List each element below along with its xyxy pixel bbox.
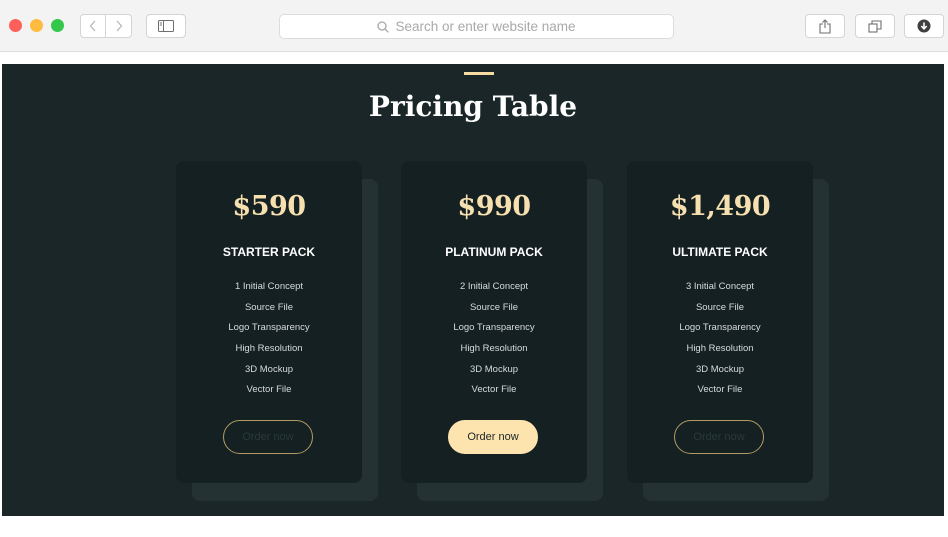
- feature-item: Source File: [244, 301, 294, 313]
- pricing-card-ultimate: $1,490 ULTIMATE PACK 3 Initial Concept S…: [627, 161, 829, 501]
- order-now-button[interactable]: Order now: [448, 420, 538, 454]
- page-top-strip: [0, 52, 948, 64]
- search-icon: [377, 20, 390, 33]
- card-body: $590 STARTER PACK 1 Initial Concept Sour…: [176, 161, 362, 483]
- feature-item: Logo Transparency: [679, 322, 761, 334]
- tabs-icon: [868, 19, 882, 33]
- order-now-button[interactable]: Order now: [674, 420, 764, 454]
- browser-toolbar: Search or enter website name: [0, 0, 948, 52]
- feature-item: Vector File: [246, 384, 292, 396]
- chevron-left-icon: [89, 20, 96, 32]
- close-window-button[interactable]: [9, 19, 22, 32]
- address-bar[interactable]: Search or enter website name: [279, 14, 674, 39]
- zoom-window-button[interactable]: [51, 19, 64, 32]
- feature-item: 2 Initial Concept: [459, 281, 529, 292]
- plan-name: PLATINUM PACK: [445, 245, 543, 259]
- feature-item: 3D Mockup: [244, 363, 294, 375]
- forward-button[interactable]: [106, 14, 132, 38]
- plan-price: $590: [232, 191, 306, 222]
- feature-item: 3D Mockup: [469, 363, 519, 375]
- title-accent-bar: [464, 72, 494, 75]
- feature-item: High Resolution: [686, 343, 754, 355]
- download-button[interactable]: [904, 14, 944, 38]
- feature-item: Logo Transparency: [453, 322, 535, 334]
- feature-list: 2 Initial Concept Source File Logo Trans…: [401, 280, 587, 404]
- plan-price: $990: [457, 191, 531, 222]
- share-button[interactable]: [805, 14, 845, 38]
- address-placeholder: Search or enter website name: [395, 19, 576, 34]
- feature-item: High Resolution: [460, 343, 528, 355]
- feature-item: 3 Initial Concept: [685, 281, 755, 292]
- page-bottom-strip: [0, 516, 948, 537]
- download-icon: [917, 19, 931, 33]
- card-body: $1,490 ULTIMATE PACK 3 Initial Concept S…: [627, 161, 813, 483]
- card-body: $990 PLATINUM PACK 2 Initial Concept Sou…: [401, 161, 587, 483]
- feature-item: Source File: [695, 301, 745, 313]
- feature-list: 1 Initial Concept Source File Logo Trans…: [176, 280, 362, 404]
- feature-item: 3D Mockup: [695, 363, 745, 375]
- plan-name: ULTIMATE PACK: [672, 245, 768, 259]
- minimize-window-button[interactable]: [30, 19, 43, 32]
- feature-list: 3 Initial Concept Source File Logo Trans…: [627, 280, 813, 404]
- pricing-card-platinum: $990 PLATINUM PACK 2 Initial Concept Sou…: [401, 161, 603, 501]
- feature-item: Vector File: [471, 384, 517, 396]
- chevron-right-icon: [116, 20, 122, 32]
- plan-price: $1,490: [669, 191, 771, 222]
- pricing-section: Pricing Table $590 STARTER PACK 1 Initia…: [2, 64, 944, 516]
- share-icon: [819, 18, 831, 34]
- back-button[interactable]: [80, 14, 106, 38]
- feature-item: 1 Initial Concept: [234, 281, 304, 292]
- sidebar-icon: [158, 20, 174, 32]
- order-now-button[interactable]: Order now: [223, 420, 313, 454]
- sidebar-toggle-button[interactable]: [146, 14, 186, 38]
- tabs-button[interactable]: [855, 14, 895, 38]
- pricing-card-starter: $590 STARTER PACK 1 Initial Concept Sour…: [176, 161, 378, 501]
- feature-item: Vector File: [697, 384, 743, 396]
- feature-item: High Resolution: [235, 343, 303, 355]
- section-title: Pricing Table: [368, 90, 578, 123]
- plan-name: STARTER PACK: [222, 245, 316, 259]
- feature-item: Logo Transparency: [228, 322, 310, 334]
- feature-item: Source File: [469, 301, 519, 313]
